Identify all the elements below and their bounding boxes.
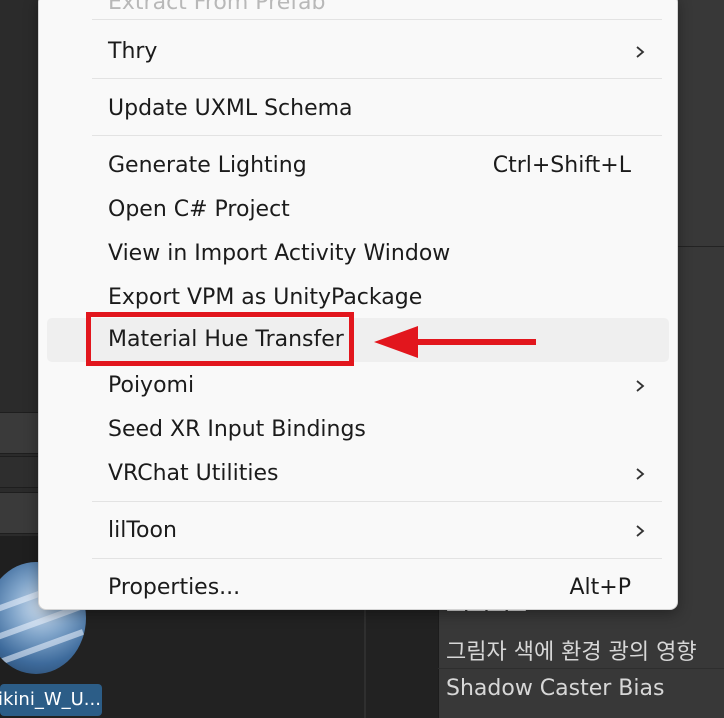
menu-item-open-csharp-project[interactable]: Open C# Project (47, 190, 669, 230)
menu-item-shortcut: Ctrl+Shift+L (492, 153, 631, 178)
menu-separator (92, 19, 662, 20)
chevron-right-icon (636, 46, 645, 58)
menu-item-label: Open C# Project (108, 197, 290, 222)
panel-toolbar-strip (0, 412, 40, 454)
menu-item-liltoon[interactable]: lilToon (47, 511, 669, 551)
menu-separator (92, 501, 662, 502)
pointer-arrow-icon (374, 326, 536, 358)
menu-item-label: Poiyomi (108, 373, 195, 398)
chevron-right-icon (636, 468, 645, 480)
menu-item-label: Update UXML Schema (108, 96, 353, 121)
menu-item-update-uxml-schema[interactable]: Update UXML Schema (47, 89, 669, 129)
menu-item-shortcut: Alt+P (569, 575, 632, 600)
inspector-row-divider (438, 668, 724, 669)
project-panel-splitter[interactable] (364, 608, 366, 718)
menu-separator (92, 78, 662, 79)
panel-breadcrumb-strip (0, 492, 40, 534)
menu-item-properties[interactable]: Properties... Alt+P (47, 568, 669, 608)
menu-item-view-in-import-activity[interactable]: View in Import Activity Window (47, 234, 669, 274)
menu-item-label: Seed XR Input Bindings (108, 417, 366, 442)
menu-item-vrchat-utilities[interactable]: VRChat Utilities (47, 454, 669, 494)
menu-item-label: lilToon (108, 518, 177, 543)
menu-item-label: VRChat Utilities (108, 461, 279, 486)
chevron-right-icon (636, 525, 645, 537)
menu-separator (92, 558, 662, 559)
highlight-box (86, 312, 354, 366)
menu-item-label: Properties... (108, 575, 241, 600)
context-menu: Extract From Prefab Thry Update UXML Sch… (38, 0, 678, 610)
inspector-divider (676, 246, 724, 247)
menu-item-label: Thry (108, 39, 158, 64)
menu-item-label: Generate Lighting (108, 153, 307, 178)
menu-item-poiyomi[interactable]: Poiyomi (47, 366, 669, 406)
menu-item-thry[interactable]: Thry (47, 32, 669, 72)
menu-separator (92, 135, 662, 136)
menu-item-generate-lighting[interactable]: Generate Lighting Ctrl+Shift+L (47, 146, 669, 186)
chevron-right-icon (636, 380, 645, 392)
menu-item-seed-xr-input-bindings[interactable]: Seed XR Input Bindings (47, 410, 669, 450)
menu-item-label: View in Import Activity Window (108, 241, 451, 266)
selected-asset-label[interactable]: ikini_W_U... (0, 684, 102, 716)
panel-search-strip (0, 456, 40, 488)
shadow-caster-bias-label: Shadow Caster Bias (446, 676, 665, 701)
shadow-env-light-label: 그림자 색에 환경 광의 영향 (446, 640, 697, 665)
